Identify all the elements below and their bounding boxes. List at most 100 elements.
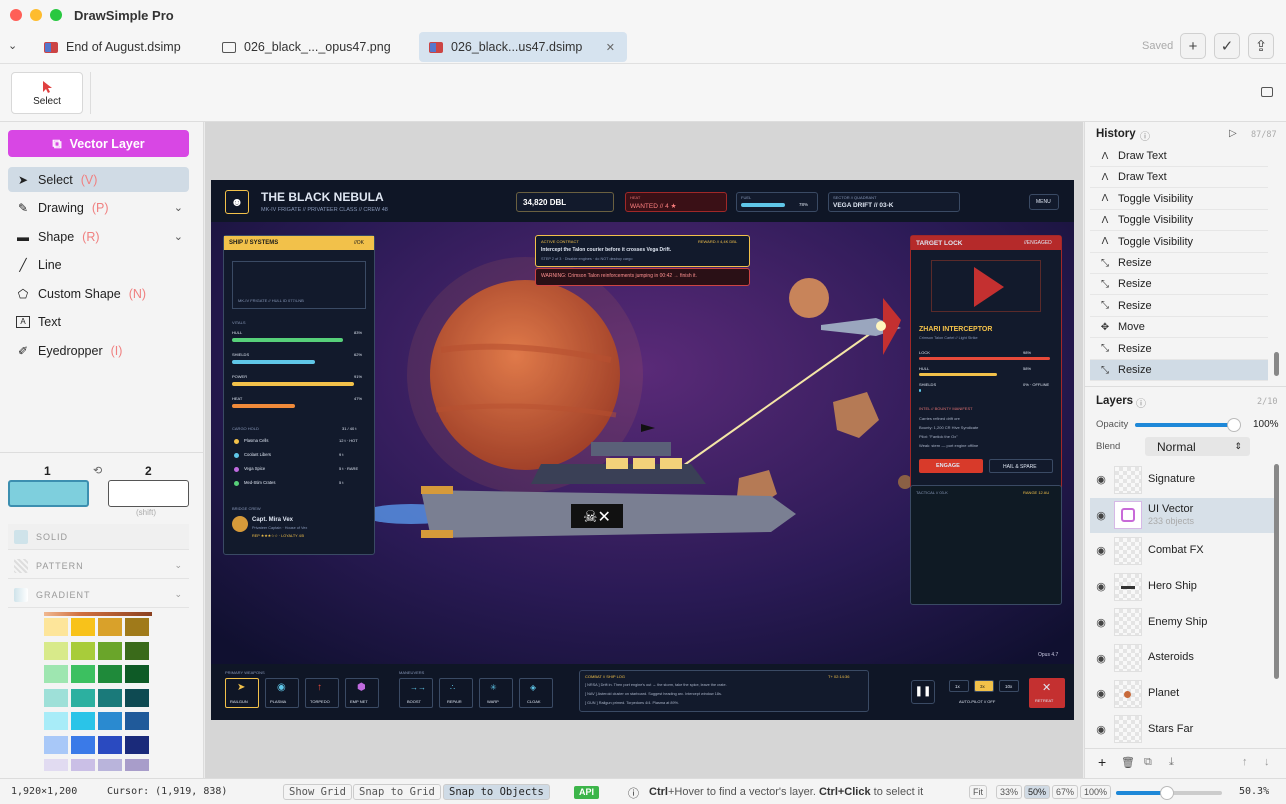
swap-colors-icon[interactable]: ⟲ bbox=[93, 464, 102, 477]
palette-color-swatch[interactable] bbox=[98, 641, 122, 660]
tool-custom-shape[interactable]: ⬠ Custom Shape (N) bbox=[8, 281, 189, 306]
tool-shape[interactable]: ▬ Shape (R) ⌄ bbox=[8, 224, 189, 249]
close-tab-icon[interactable]: ✕ bbox=[606, 41, 615, 54]
history-item[interactable]: ⤡ Resize bbox=[1090, 253, 1268, 274]
move-up-icon[interactable]: ↑ bbox=[1242, 756, 1248, 768]
snap-to-objects-toggle[interactable]: Snap to Objects bbox=[443, 784, 550, 800]
zoom-100-button[interactable]: 100% bbox=[1080, 785, 1112, 799]
chevron-down-icon[interactable]: ⌄ bbox=[174, 230, 183, 243]
palette-color-swatch[interactable] bbox=[125, 712, 149, 730]
zoom-window-button[interactable] bbox=[50, 9, 62, 21]
palette-color-swatch[interactable] bbox=[71, 688, 95, 707]
tool-drawing[interactable]: ✎ Drawing (P) ⌄ bbox=[8, 195, 189, 220]
share-button[interactable]: ⇪ bbox=[1248, 33, 1274, 59]
palette-color-swatch[interactable] bbox=[125, 618, 149, 636]
chevron-down-icon[interactable]: ⌄ bbox=[174, 201, 183, 214]
zoom-knob[interactable] bbox=[1160, 786, 1174, 800]
trash-icon[interactable]: 🗑 bbox=[1121, 756, 1135, 769]
opacity-slider[interactable] bbox=[1135, 418, 1241, 432]
zoom-50-button[interactable]: 50% bbox=[1024, 785, 1051, 799]
api-badge[interactable]: API bbox=[574, 786, 600, 799]
tab-png-file[interactable]: 026_black_..._opus47.png bbox=[212, 32, 401, 62]
palette-color-swatch[interactable] bbox=[98, 735, 122, 754]
layer-row[interactable]: ◉ Stars Far bbox=[1090, 712, 1275, 747]
fill-gradient[interactable]: GRADIENT ⌄ bbox=[8, 582, 189, 608]
palette-color-swatch[interactable] bbox=[98, 665, 122, 683]
history-item[interactable]: ⤡ Resize bbox=[1090, 339, 1268, 360]
palette-color-swatch[interactable] bbox=[98, 618, 122, 636]
tab-end-of-august[interactable]: End of August.dsimp bbox=[34, 32, 191, 62]
layers-scrollbar[interactable] bbox=[1274, 464, 1279, 679]
eye-icon[interactable]: ◉ bbox=[1090, 473, 1112, 486]
info-icon[interactable]: ⓘ bbox=[1140, 128, 1150, 143]
layer-row[interactable]: ◉ Enemy Ship bbox=[1090, 605, 1275, 640]
vector-layer-button[interactable]: ⧉ Vector Layer bbox=[8, 130, 189, 157]
layer-row[interactable]: ◉ Planet bbox=[1090, 676, 1275, 711]
palette-color-swatch[interactable] bbox=[98, 759, 122, 771]
add-layer-icon[interactable]: + bbox=[1098, 754, 1106, 770]
palette-color-swatch[interactable] bbox=[125, 735, 149, 754]
move-down-icon[interactable]: ↓ bbox=[1264, 756, 1270, 768]
layer-row[interactable]: ◉ Hero Ship bbox=[1090, 569, 1275, 604]
eye-icon[interactable]: ◉ bbox=[1090, 687, 1112, 700]
primary-color-swatch[interactable] bbox=[8, 480, 89, 507]
tool-line[interactable]: ╱ Line bbox=[8, 252, 189, 277]
layer-row[interactable]: ◉ Asteroids bbox=[1090, 641, 1275, 676]
tool-select[interactable]: ➤ Select (V) bbox=[8, 167, 189, 192]
palette-color-swatch[interactable] bbox=[44, 665, 68, 683]
select-tool-button[interactable]: Select bbox=[11, 72, 83, 114]
palette-color-swatch[interactable] bbox=[71, 759, 95, 771]
tab-list-chevron-icon[interactable]: ⌄ bbox=[8, 39, 17, 52]
fill-solid[interactable]: SOLID bbox=[8, 524, 189, 550]
eye-icon[interactable]: ◉ bbox=[1090, 723, 1112, 736]
add-button[interactable]: + bbox=[1180, 33, 1206, 59]
tool-eyedropper[interactable]: ✐ Eyedropper (I) bbox=[8, 338, 189, 363]
eye-icon[interactable]: ◉ bbox=[1090, 509, 1112, 522]
opacity-knob[interactable] bbox=[1227, 418, 1241, 432]
palette-color-swatch[interactable] bbox=[44, 618, 68, 636]
history-item[interactable]: Λ Draw Text bbox=[1090, 167, 1268, 189]
history-item[interactable]: Λ Toggle Visibility bbox=[1090, 232, 1268, 253]
history-item[interactable]: ⤡ Resize bbox=[1090, 360, 1268, 381]
close-window-button[interactable] bbox=[10, 9, 22, 21]
palette-color-swatch[interactable] bbox=[71, 641, 95, 660]
blend-select[interactable]: Normal ⇕ bbox=[1145, 437, 1250, 456]
history-item[interactable]: ⤡ Resize bbox=[1090, 274, 1268, 296]
tool-text[interactable]: A Text bbox=[8, 309, 189, 334]
history-item[interactable]: ⤡ Resize bbox=[1090, 296, 1268, 317]
palette-color-swatch[interactable] bbox=[44, 688, 68, 707]
play-icon[interactable]: ▷ bbox=[1229, 128, 1237, 139]
layer-row[interactable]: ◉ Signature bbox=[1090, 462, 1275, 497]
secondary-color-swatch[interactable] bbox=[108, 480, 189, 507]
palette-color-swatch[interactable] bbox=[44, 712, 68, 730]
eye-icon[interactable]: ◉ bbox=[1090, 616, 1112, 629]
history-item[interactable]: Λ Toggle Visibility bbox=[1090, 210, 1268, 232]
zoom-67-button[interactable]: 67% bbox=[1052, 785, 1079, 799]
layer-row[interactable]: ◉ Combat FX bbox=[1090, 533, 1275, 568]
palette-color-swatch[interactable] bbox=[71, 618, 95, 636]
info-icon[interactable]: ⓘ bbox=[1136, 395, 1146, 410]
snap-to-grid-toggle[interactable]: Snap to Grid bbox=[353, 784, 441, 800]
fill-pattern[interactable]: PATTERN ⌄ bbox=[8, 553, 189, 579]
history-item[interactable]: Λ Toggle Visibility bbox=[1090, 189, 1268, 210]
palette-color-swatch[interactable] bbox=[44, 641, 68, 660]
history-item[interactable]: Λ Draw Text bbox=[1090, 146, 1268, 167]
palette-color-swatch[interactable] bbox=[125, 759, 149, 771]
show-grid-toggle[interactable]: Show Grid bbox=[283, 784, 352, 800]
palette-color-swatch[interactable] bbox=[71, 665, 95, 683]
palette-color-swatch[interactable] bbox=[71, 735, 95, 754]
tab-active-dsimp[interactable]: 026_black...us47.dsimp ✕ bbox=[419, 32, 627, 62]
eye-icon[interactable]: ◉ bbox=[1090, 580, 1112, 593]
palette-color-swatch[interactable] bbox=[98, 688, 122, 707]
palette-color-swatch[interactable] bbox=[44, 735, 68, 754]
palette-color-swatch[interactable] bbox=[98, 712, 122, 730]
eye-icon[interactable]: ◉ bbox=[1090, 652, 1112, 665]
sidebar-toggle-icon[interactable] bbox=[1261, 87, 1273, 97]
confirm-button[interactable]: ✓ bbox=[1214, 33, 1240, 59]
layer-row[interactable]: ◉ UI Vector 233 objects bbox=[1090, 497, 1275, 533]
zoom-33-button[interactable]: 33% bbox=[996, 785, 1023, 799]
zoom-slider[interactable] bbox=[1116, 786, 1222, 800]
duplicate-icon[interactable]: ⧉ bbox=[1144, 756, 1152, 769]
palette-color-swatch[interactable] bbox=[125, 665, 149, 683]
palette-color-swatch[interactable] bbox=[125, 688, 149, 707]
